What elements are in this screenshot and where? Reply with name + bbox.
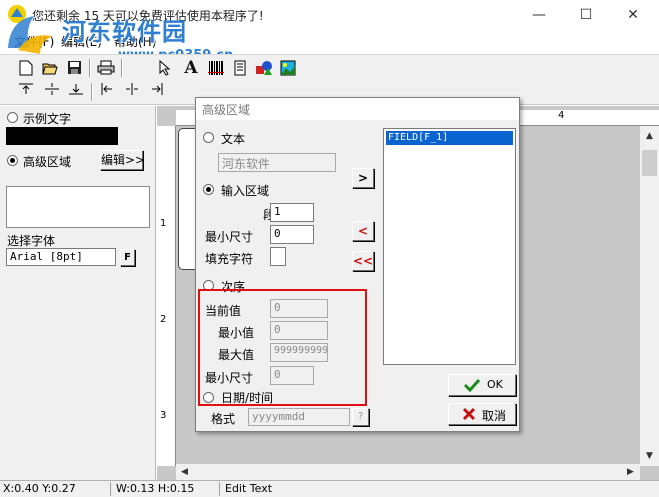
- highlight-frame: [198, 289, 367, 406]
- align-center-icon[interactable]: [122, 82, 142, 102]
- field-list[interactable]: FIELD[F_1]: [383, 128, 516, 365]
- format-label: 格式: [211, 412, 236, 426]
- paragraph-field[interactable]: 1: [270, 203, 314, 222]
- vertical-ruler: 1 2 3: [157, 126, 176, 466]
- status-position: X:0.40 Y:0.27: [3, 482, 76, 495]
- fill-char-label: 填充字符: [205, 252, 254, 266]
- align-bottom-icon[interactable]: [66, 82, 86, 102]
- advanced-area-radio[interactable]: [7, 155, 18, 169]
- barcode-icon[interactable]: [206, 58, 226, 78]
- input-area-radio[interactable]: [203, 184, 214, 198]
- new-document-icon[interactable]: [16, 58, 36, 78]
- fill-char-field[interactable]: [270, 247, 286, 266]
- minimize-button[interactable]: —: [519, 4, 559, 26]
- pointer-icon[interactable]: [155, 58, 175, 78]
- advanced-area-label: 高级区域: [23, 155, 72, 169]
- vertical-scrollbar[interactable]: ▲ ▼: [640, 126, 659, 466]
- ruler-label: 2: [160, 314, 167, 325]
- cancel-x-icon: [462, 407, 476, 421]
- picture-icon[interactable]: [278, 58, 298, 78]
- dialog-title: 高级区域: [196, 98, 519, 120]
- align-right-icon[interactable]: [146, 82, 166, 102]
- sample-text-label: 示例文字: [23, 112, 72, 126]
- font-button[interactable]: F: [120, 249, 135, 266]
- save-disk-icon[interactable]: [64, 58, 84, 78]
- remove-all-fields-button[interactable]: <<: [352, 251, 374, 271]
- toolbar-separator: [89, 59, 91, 77]
- status-divider: [110, 482, 111, 496]
- horizontal-scrollbar[interactable]: ◀ ▶: [176, 464, 640, 480]
- scroll-down-icon[interactable]: ▼: [641, 448, 658, 464]
- main-toolbar: A: [0, 54, 659, 80]
- print-icon[interactable]: [96, 58, 116, 78]
- scroll-up-icon[interactable]: ▲: [641, 128, 658, 144]
- sample-text-radio[interactable]: [7, 112, 18, 126]
- ruler-label: 1: [160, 218, 167, 229]
- toolbar-separator: [121, 59, 123, 77]
- min-size-field[interactable]: 0: [270, 225, 314, 244]
- status-divider: [219, 482, 220, 496]
- min-size-label: 最小尺寸: [205, 230, 254, 244]
- scroll-thumb[interactable]: [642, 150, 657, 176]
- sample-text-preview: [6, 127, 118, 145]
- input-area-label: 输入区域: [221, 184, 270, 198]
- text-field[interactable]: 河东软件: [218, 153, 336, 172]
- text-radio-label: 文本: [221, 132, 246, 146]
- watermark-logo-icon: [8, 16, 52, 54]
- cancel-button[interactable]: 取消: [448, 403, 516, 425]
- ruler-label: 4: [558, 110, 565, 121]
- open-folder-icon[interactable]: [40, 58, 60, 78]
- maximize-button[interactable]: ☐: [566, 4, 606, 26]
- format-field[interactable]: yyyymmdd: [248, 408, 350, 426]
- list-item[interactable]: FIELD[F_1]: [386, 131, 513, 145]
- text-radio[interactable]: [203, 132, 214, 146]
- remove-field-button[interactable]: <: [352, 221, 374, 241]
- font-field[interactable]: Arial [8pt]: [6, 248, 116, 266]
- align-middle-icon[interactable]: [42, 82, 62, 102]
- ok-button-label: OK: [487, 378, 503, 391]
- scroll-right-icon[interactable]: ▶: [622, 464, 639, 480]
- align-top-icon[interactable]: [16, 82, 36, 102]
- document-icon[interactable]: [230, 58, 250, 78]
- status-mode: Edit Text: [225, 482, 273, 495]
- close-button[interactable]: ✕: [613, 4, 653, 26]
- scroll-left-icon[interactable]: ◀: [176, 464, 193, 480]
- ruler-label: 3: [160, 410, 167, 421]
- select-font-label: 选择字体: [7, 234, 56, 248]
- ok-button[interactable]: OK: [448, 374, 516, 396]
- shapes-icon[interactable]: [254, 58, 274, 78]
- text-icon[interactable]: A: [181, 58, 201, 78]
- align-left-icon[interactable]: [98, 82, 118, 102]
- status-bar: X:0.40 Y:0.27 W:0.13 H:0.15 Edit Text: [0, 480, 659, 497]
- status-size: W:0.13 H:0.15: [116, 482, 195, 495]
- add-field-button[interactable]: >: [352, 168, 374, 188]
- advanced-text-box[interactable]: [6, 186, 150, 228]
- edit-advanced-button[interactable]: 编辑>>: [100, 150, 145, 170]
- watermark-brand: 河东软件园: [62, 18, 187, 46]
- format-help-button[interactable]: ?: [352, 408, 369, 426]
- check-icon: [463, 378, 481, 392]
- properties-panel: 示例文字 高级区域 编辑>> 选择字体 Arial [8pt] F: [0, 106, 156, 480]
- cancel-button-label: 取消: [482, 409, 507, 423]
- toolbar-separator: [91, 83, 93, 101]
